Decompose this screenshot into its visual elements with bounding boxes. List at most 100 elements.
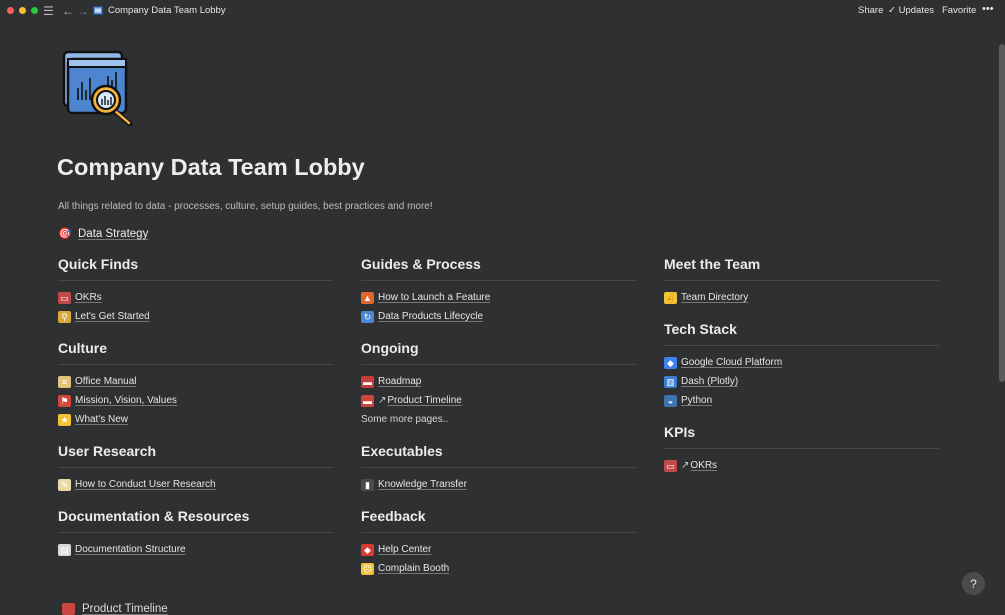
menu-icon[interactable]: ☰ [43,4,54,18]
page-link-label: Data Products Lifecycle [378,311,484,322]
bike-icon: ⚲ [58,310,71,323]
page-link-label: Let's Get Started [75,311,150,322]
train-icon [62,603,75,615]
section-meet-the-team: Meet the Team ✌ Team Directory [664,256,939,307]
more-options-button[interactable]: ••• [982,3,994,15]
page-link-label: Mission, Vision, Values [75,395,177,406]
page-link-label: Documentation Structure [75,544,186,555]
gcp-icon: ◆ [664,356,677,369]
section-heading[interactable]: KPIs [664,424,939,449]
page-link-mission-vision-values[interactable]: ⚑ Mission, Vision, Values [58,391,333,410]
section-heading[interactable]: Tech Stack [664,321,939,346]
link-arrow-icon: ↗ [681,460,690,471]
page-link-how-to-conduct-user-research[interactable]: ✎ How to Conduct User Research [58,475,333,494]
page-link-how-to-launch-a-feature[interactable]: ▲ How to Launch a Feature [361,288,636,307]
page-link-label: Google Cloud Platform [681,357,783,368]
minimize-window-button[interactable] [19,7,26,14]
page-link-documentation-structure[interactable]: ▤ Documentation Structure [58,540,333,559]
section-quick-finds: Quick Finds ▭ OKRs ⚲ Let's Get Started [58,256,333,326]
section-culture: Culture ≡ Office Manual ⚑ Mission, Vision, V… [58,340,333,429]
bar-chart-icon: ▥ [664,375,677,388]
page-link-okrs[interactable]: ▭ ↗ OKRs [664,456,939,475]
page-title[interactable]: Company Data Team Lobby [57,154,365,181]
page-link-let-s-get-started[interactable]: ⚲ Let's Get Started [58,307,333,326]
page-link-label: How to Conduct User Research [75,479,216,490]
page-subtitle[interactable]: All things related to data - processes, … [58,201,433,212]
section-heading[interactable]: Ongoing [361,340,636,365]
section-heading[interactable]: Guides & Process [361,256,636,281]
section-heading[interactable]: Culture [58,340,333,365]
memo-icon: ✎ [58,478,71,491]
product-timeline-link-partial[interactable]: Product Timeline [62,603,168,615]
page-link-team-directory[interactable]: ✌ Team Directory [664,288,939,307]
section-documentation-resources: Documentation & Resources ▤ Documentation … [58,508,333,559]
page-link-okrs[interactable]: ▭ OKRs [58,288,333,307]
section-heading[interactable]: Feedback [361,508,636,533]
siren-icon: ◆ [361,543,374,556]
page-link-label: Python [681,395,713,406]
maximize-window-button[interactable] [31,7,38,14]
page-link-label: Office Manual [75,376,137,387]
share-button[interactable]: Share [858,5,883,16]
section-heading[interactable]: Quick Finds [58,256,333,281]
column-1: Quick Finds ▭ OKRs ⚲ Let's Get Started Cultur… [58,256,333,573]
page-link-python[interactable]: ◒ Python [664,391,939,410]
section-heading[interactable]: Meet the Team [664,256,939,281]
section-kpis: KPIs ▭ ↗ OKRs [664,424,939,475]
page-link-what-s-new[interactable]: ★ What's New [58,410,333,429]
section-heading[interactable]: User Research [58,443,333,468]
page-link-office-manual[interactable]: ≡ Office Manual [58,372,333,391]
section-tech-stack: Tech Stack ◆ Google Cloud Platform ▥ Dash (P… [664,321,939,410]
data-strategy-link[interactable]: 🎯 Data Strategy [58,228,148,240]
updates-button[interactable]: ✓ Updates [888,5,934,16]
forward-arrow-icon[interactable]: → [77,4,89,18]
section-guides-process: Guides & Process ▲ How to Launch a Feature… [361,256,636,326]
page-link-label: Help Center [378,544,432,555]
page-link-label: OKRs [75,292,102,303]
page-link-roadmap[interactable]: ▬ Roadmap [361,372,636,391]
close-window-button[interactable] [7,7,14,14]
link-arrow-icon: ↗ [378,395,387,406]
page-link-label: OKRs [690,460,718,471]
page-link-knowledge-transfer[interactable]: ▮ Knowledge Transfer [361,475,636,494]
page-link-label: Dash (Plotly) [681,376,739,387]
updates-label: Updates [898,5,934,16]
favorite-button[interactable]: Favorite [942,5,976,16]
back-arrow-icon[interactable]: ← [62,4,74,18]
page-icon [93,5,103,19]
section-heading[interactable]: Executables [361,443,636,468]
page-link-label: Complain Booth [378,563,450,574]
page-link-google-cloud-platform[interactable]: ◆ Google Cloud Platform [664,353,939,372]
page-link-label: Team Directory [681,292,749,303]
title-bar: ☰ ← → Company Data Team Lobby Share ✓ Up… [0,0,1005,22]
checkmark-icon: ✓ [888,5,896,16]
page-icon-logo[interactable] [62,50,136,127]
section-feedback: Feedback ◆ Help Center ☹ Complain Booth [361,508,636,578]
book-icon: ▭ [58,291,71,304]
page-link-label: Product Timeline [387,395,462,406]
scrollbar[interactable] [999,44,1005,382]
section-note[interactable]: Some more pages.. [361,410,636,429]
page-link-complain-booth[interactable]: ☹ Complain Booth [361,559,636,578]
page-link-label: What's New [75,414,129,425]
page-link-data-products-lifecycle[interactable]: ↻ Data Products Lifecycle [361,307,636,326]
help-button[interactable]: ? [962,572,985,595]
scroll-icon: ≡ [58,375,71,388]
page-link-product-timeline[interactable]: ▬ ↗ Product Timeline [361,391,636,410]
section-user-research: User Research ✎ How to Conduct User Resear… [58,443,333,494]
notebook-icon: ▮ [361,478,374,491]
page-link-label: How to Launch a Feature [378,292,491,303]
section-heading[interactable]: Documentation & Resources [58,508,333,533]
document-icon: ▤ [58,543,71,556]
page-link-dash-plotly[interactable]: ▥ Dash (Plotly) [664,372,939,391]
star-icon: ★ [58,413,71,426]
book-icon: ▭ [664,459,677,472]
fire-icon: ▲ [361,291,374,304]
victory-hand-icon: ✌ [664,291,677,304]
sad-face-icon: ☹ [361,562,374,575]
column-3: Meet the Team ✌ Team Directory Tech Stack ◆ G… [664,256,939,489]
section-ongoing: Ongoing ▬ Roadmap ▬ ↗ Product Timeline Some mo… [361,340,636,429]
section-executables: Executables ▮ Knowledge Transfer [361,443,636,494]
python-icon: ◒ [664,394,677,407]
page-link-help-center[interactable]: ◆ Help Center [361,540,636,559]
